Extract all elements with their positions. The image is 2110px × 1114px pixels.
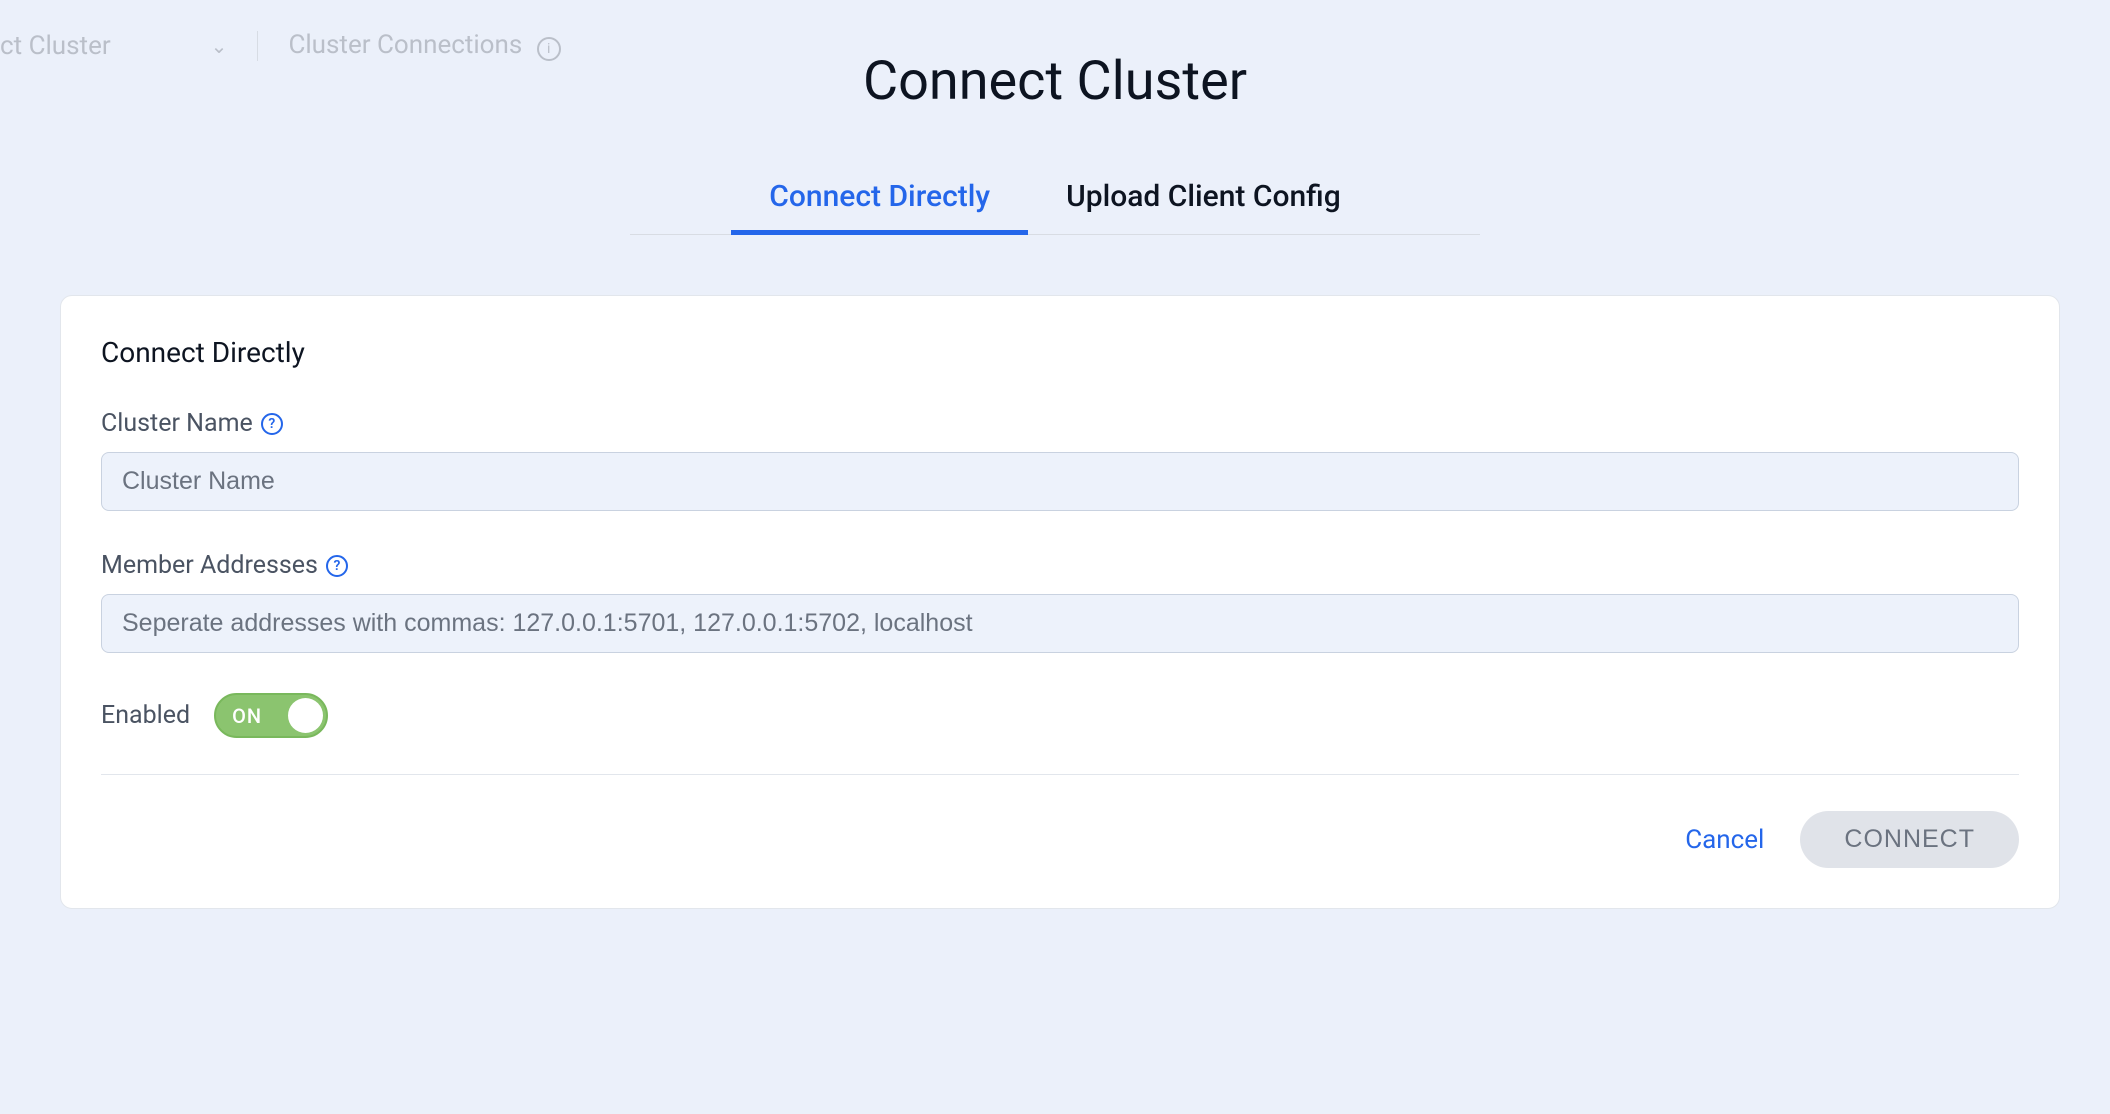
help-icon[interactable]: ? [261, 413, 283, 435]
toggle-knob [288, 698, 323, 733]
cluster-name-group: Cluster Name ? [101, 409, 2019, 511]
member-addresses-label: Member Addresses [101, 551, 318, 580]
cluster-name-label-row: Cluster Name ? [101, 409, 2019, 438]
card-title: Connect Directly [101, 336, 2019, 369]
modal-title: Connect Cluster [60, 50, 2050, 113]
connect-cluster-modal: Connect Cluster Connect Directly Upload … [0, 0, 2110, 939]
connect-button[interactable]: CONNECT [1800, 811, 2019, 868]
enabled-toggle[interactable]: ON [214, 693, 328, 738]
toggle-state-text: ON [232, 704, 262, 728]
tab-label: Connect Directly [769, 179, 990, 214]
member-addresses-group: Member Addresses ? [101, 551, 2019, 653]
tabs-container: Connect Directly Upload Client Config [630, 163, 1480, 235]
cluster-name-input[interactable] [101, 452, 2019, 511]
enabled-group: Enabled ON [101, 693, 2019, 738]
help-icon[interactable]: ? [326, 555, 348, 577]
card-footer: Cancel CONNECT [101, 811, 2019, 868]
member-addresses-label-row: Member Addresses ? [101, 551, 2019, 580]
footer-divider [101, 774, 2019, 775]
tab-upload-client-config[interactable]: Upload Client Config [1028, 163, 1379, 235]
cluster-name-label: Cluster Name [101, 409, 253, 438]
tab-connect-directly[interactable]: Connect Directly [731, 163, 1028, 235]
cancel-button[interactable]: Cancel [1685, 825, 1764, 855]
form-card: Connect Directly Cluster Name ? Member A… [60, 295, 2060, 909]
member-addresses-input[interactable] [101, 594, 2019, 653]
tab-label: Upload Client Config [1066, 179, 1341, 214]
enabled-label: Enabled [101, 701, 190, 730]
